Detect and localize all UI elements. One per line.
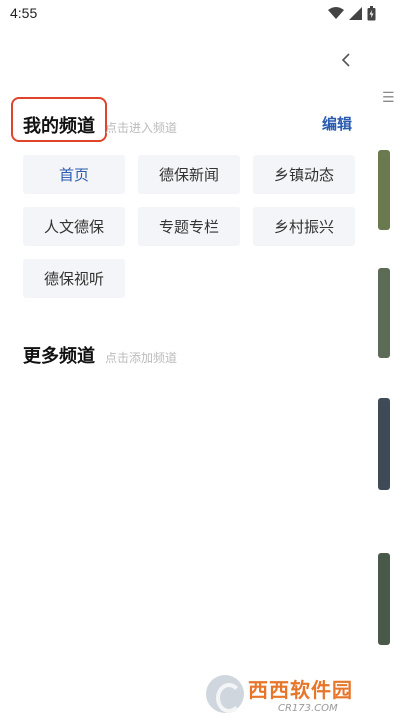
background-thumbnail	[378, 268, 390, 358]
channel-drawer: 4:55 我的频道 点击进入频道 编辑 首页 德保新闻 乡镇动态 人文德保 专题…	[0, 0, 378, 722]
battery-icon	[367, 6, 376, 21]
chevron-left-icon	[341, 53, 350, 67]
my-channels-title: 我的频道	[23, 116, 95, 137]
channel-chip[interactable]: 人文德保	[23, 207, 125, 246]
signal-icon	[349, 7, 362, 20]
channel-chip-home[interactable]: 首页	[23, 155, 125, 194]
collapse-button[interactable]	[336, 50, 356, 70]
background-thumbnail	[378, 553, 390, 645]
status-bar: 4:55	[0, 0, 378, 28]
channel-chip[interactable]: 乡镇动态	[253, 155, 355, 194]
channel-chip[interactable]: 专题专栏	[138, 207, 240, 246]
status-time: 4:55	[10, 5, 38, 21]
more-channels-hint: 点击添加频道	[105, 351, 178, 365]
wifi-icon	[328, 7, 344, 19]
menu-icon: ☰	[382, 90, 395, 106]
watermark-subtext: CR173.COM	[278, 703, 338, 714]
my-channels-hint: 点击进入频道	[105, 121, 178, 135]
watermark-logo: 西西软件园 CR173.COM	[206, 670, 386, 718]
background-thumbnail	[378, 398, 390, 490]
status-icons	[328, 6, 376, 21]
my-channels-header: 我的频道 点击进入频道	[23, 112, 177, 138]
more-channels-title: 更多频道	[23, 346, 95, 367]
watermark-c-icon	[206, 675, 244, 713]
background-thumbnail	[378, 150, 390, 230]
channel-chip[interactable]: 乡村振兴	[253, 207, 355, 246]
channel-chip[interactable]: 德保视听	[23, 259, 125, 298]
more-channels-header: 更多频道 点击添加频道	[23, 342, 177, 368]
watermark-text: 西西软件园	[248, 678, 353, 702]
channel-chip[interactable]: 德保新闻	[138, 155, 240, 194]
edit-button[interactable]: 编辑	[322, 113, 352, 134]
